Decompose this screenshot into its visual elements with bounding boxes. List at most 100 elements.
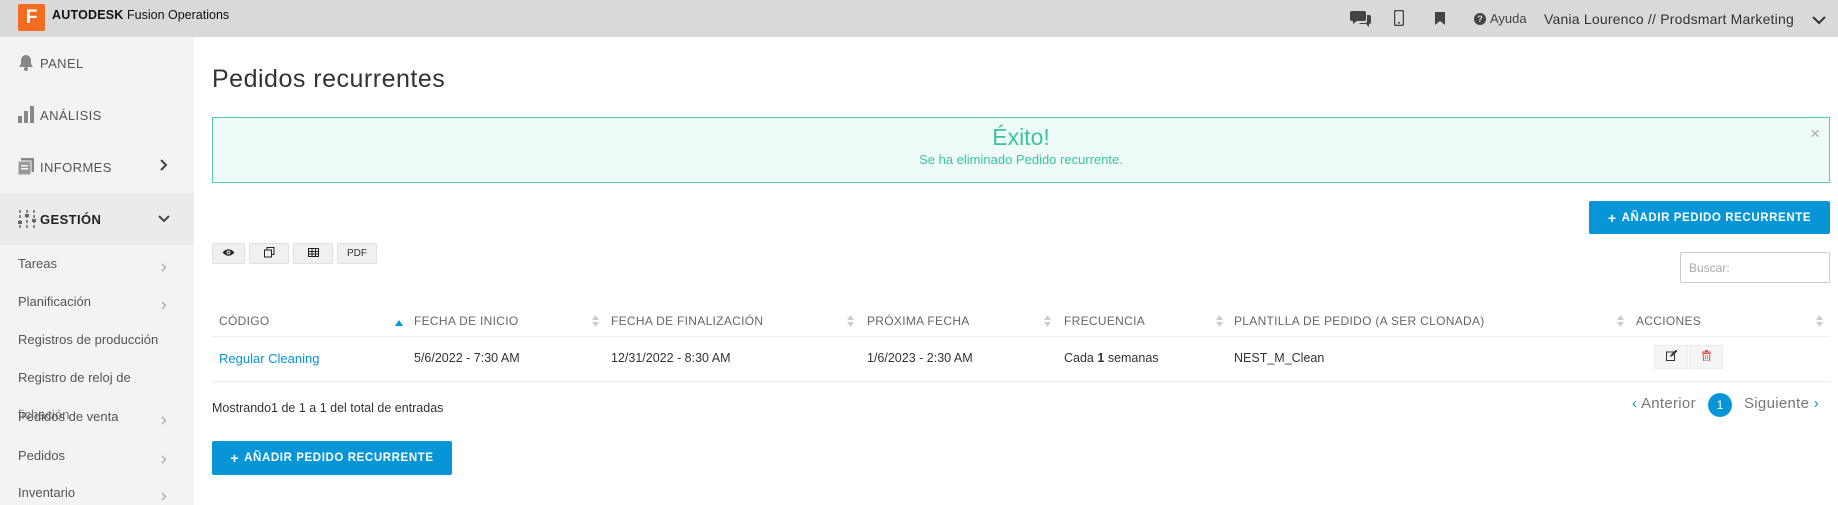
sidebar-item-tareas[interactable]: Tareas <box>0 246 194 280</box>
sidebar-item-label: Registros de producción <box>18 332 159 347</box>
column-header-fecha-finalizacion[interactable]: FECHA DE FINALIZACIÓN <box>611 314 763 328</box>
sidebar-item-informes[interactable]: INFORMES <box>0 141 194 193</box>
table-header-divider <box>212 336 1830 337</box>
edit-button[interactable] <box>1654 345 1688 369</box>
edit-icon <box>1665 348 1677 366</box>
column-header-fecha-inicio[interactable]: FECHA DE INICIO <box>414 314 519 328</box>
sidebar-item-gestion[interactable]: GESTIÓN <box>0 193 194 245</box>
alert-title: Éxito! <box>992 124 1050 150</box>
brand-bold: AUTODESK <box>52 8 124 22</box>
pagination-next[interactable]: Siguiente › <box>1744 395 1819 412</box>
sort-icon <box>1816 314 1823 332</box>
frequency-prefix: Cada <box>1064 351 1094 365</box>
sort-icon <box>1216 314 1223 332</box>
sort-asc-icon <box>395 314 403 332</box>
copy-icon <box>263 246 275 261</box>
frequency-number: 1 <box>1097 351 1105 365</box>
cell-end-date: 12/31/2022 - 8:30 AM <box>611 351 731 365</box>
delete-button[interactable] <box>1689 345 1723 369</box>
sidebar-item-label: Planificación <box>18 294 91 309</box>
button-label: AÑADIR PEDIDO RECURRENTE <box>1621 211 1812 224</box>
sidebar: PANEL ANÁLISIS INFORMES GESTIÓN Tareas P… <box>0 37 194 505</box>
sort-icon <box>1044 314 1051 332</box>
chevron-right-icon <box>161 259 167 277</box>
user-menu[interactable]: Vania Lourenco // Prodsmart Marketing <box>1544 11 1794 27</box>
bar-chart-icon <box>18 106 35 128</box>
sidebar-item-pedidos-venta[interactable]: fichación Pedidos de venta <box>0 397 194 431</box>
column-visibility-button[interactable] <box>212 243 245 264</box>
column-header-acciones[interactable]: ACCIONES <box>1636 314 1701 328</box>
button-label: AÑADIR PEDIDO RECURRENTE <box>244 452 434 464</box>
sidebar-item-inventario[interactable]: Inventario <box>0 475 194 505</box>
pagination-page-current[interactable]: 1 <box>1708 393 1732 417</box>
sidebar-item-registros-produccion[interactable]: Registros de producción <box>0 322 194 356</box>
cell-template: NEST_M_Clean <box>1234 351 1325 365</box>
column-header-codigo[interactable]: CÓDIGO <box>219 314 269 328</box>
sidebar-item-analisis[interactable]: ANÁLISIS <box>0 89 194 141</box>
chat-icon[interactable] <box>1350 8 1372 28</box>
help-label: Ayuda <box>1490 11 1527 26</box>
plus-icon: + <box>230 450 240 466</box>
trash-icon <box>1701 348 1711 366</box>
close-icon[interactable]: × <box>1810 124 1820 144</box>
chevron-right-icon <box>161 297 167 315</box>
sidebar-item-registro-reloj[interactable]: Registro de reloj de <box>0 360 194 394</box>
chevron-left-icon: ‹ <box>1632 395 1638 412</box>
sidebar-item-pedidos[interactable]: Pedidos <box>0 438 194 472</box>
pdf-export-button[interactable]: PDF <box>337 243 377 264</box>
alert-message: Se ha eliminado Pedido recurrente. <box>919 152 1123 167</box>
brand-name: AUTODESK Fusion Operations <box>52 8 229 22</box>
sidebar-item-planificacion[interactable]: Planificación <box>0 284 194 318</box>
cell-next-date: 1/6/2023 - 2:30 AM <box>867 351 973 365</box>
search-input[interactable] <box>1680 252 1830 283</box>
column-header-frecuencia[interactable]: FRECUENCIA <box>1064 314 1145 328</box>
help-link[interactable]: ? Ayuda <box>1474 11 1527 26</box>
chevron-right-icon: › <box>1813 395 1820 412</box>
cell-start-date: 5/6/2022 - 7:30 AM <box>414 351 520 365</box>
fusion-logo[interactable]: F <box>18 4 45 31</box>
chevron-down-icon[interactable] <box>1812 12 1826 30</box>
table-info-text: Mostrando1 de 1 a 1 del total de entrada… <box>212 401 444 415</box>
pagination-next-label: Siguiente <box>1744 395 1810 412</box>
bookmark-icon[interactable] <box>1435 8 1445 28</box>
pagination-previous-label: Anterior <box>1640 395 1696 412</box>
sort-icon <box>1617 314 1624 332</box>
cell-frequency: Cada 1 semanas <box>1064 351 1159 365</box>
copy-button[interactable] <box>249 243 289 264</box>
sidebar-item-panel[interactable]: PANEL <box>0 37 194 89</box>
sidebar-item-label: GESTIÓN <box>40 211 102 227</box>
chevron-down-icon <box>158 210 170 228</box>
sidebar-item-label: ANÁLISIS <box>40 107 102 123</box>
order-code-link[interactable]: Regular Cleaning <box>219 351 319 366</box>
plus-icon: + <box>1607 209 1617 226</box>
sidebar-item-label: Pedidos <box>18 448 65 463</box>
table-icon <box>307 247 319 260</box>
sort-icon <box>847 314 854 332</box>
chevron-right-icon <box>160 158 168 176</box>
sidebar-item-label: INFORMES <box>40 159 112 175</box>
sidebar-item-label: Pedidos de venta <box>18 409 119 424</box>
add-recurring-order-button-bottom[interactable]: + AÑADIR PEDIDO RECURRENTE <box>212 441 452 475</box>
report-icon <box>17 158 34 180</box>
eye-icon <box>222 248 235 260</box>
sliders-icon <box>18 210 36 234</box>
bell-icon <box>18 54 34 76</box>
sidebar-item-label: Registro de reloj de <box>18 370 131 385</box>
top-bar: F AUTODESK Fusion Operations ? Ayuda Van… <box>0 0 1838 37</box>
column-header-proxima-fecha[interactable]: PRÓXIMA FECHA <box>867 314 970 328</box>
pagination-previous[interactable]: ‹ Anterior <box>1632 395 1696 412</box>
sidebar-item-label: PANEL <box>40 55 84 71</box>
sidebar-item-label: Inventario <box>18 485 76 500</box>
brand-product: Fusion Operations <box>127 8 230 22</box>
chevron-right-icon <box>161 488 167 505</box>
sidebar-item-label: Tareas <box>18 256 58 271</box>
column-header-plantilla[interactable]: PLANTILLA DE PEDIDO (A SER CLONADA) <box>1234 314 1485 328</box>
excel-export-button[interactable] <box>293 243 333 264</box>
add-recurring-order-button-top[interactable]: + AÑADIR PEDIDO RECURRENTE <box>1589 201 1830 234</box>
help-icon: ? <box>1474 12 1486 25</box>
chevron-right-icon <box>161 451 167 469</box>
frequency-suffix: semanas <box>1107 351 1159 365</box>
sort-icon <box>592 314 599 332</box>
mobile-icon[interactable] <box>1394 8 1404 28</box>
chevron-right-icon <box>161 412 167 430</box>
